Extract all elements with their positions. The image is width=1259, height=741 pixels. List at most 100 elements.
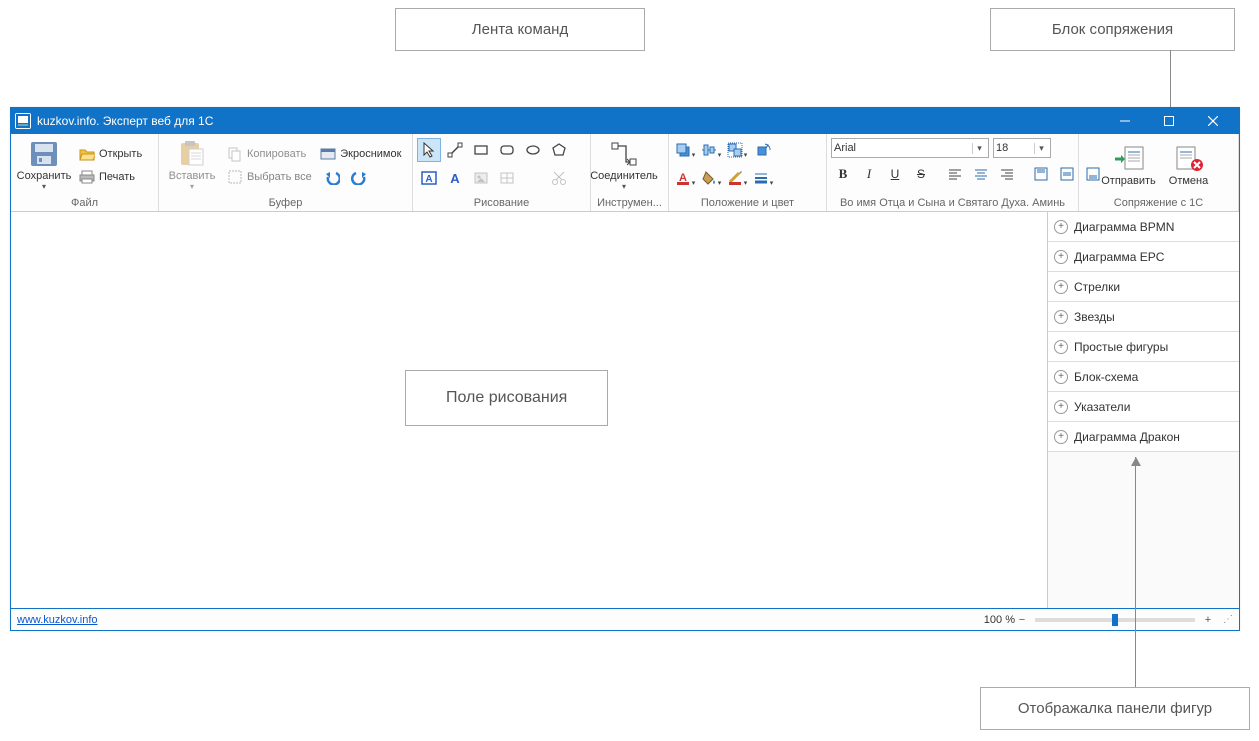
undo-button[interactable] [322, 166, 342, 188]
minimize-button[interactable] [1103, 108, 1147, 134]
callout-shapes-arrow [1131, 457, 1141, 466]
valign-middle-button[interactable] [1055, 162, 1079, 186]
send-button[interactable]: Отправить [1100, 138, 1158, 194]
align-center-button[interactable] [969, 162, 993, 186]
screenshot-label: Экроснимок [340, 148, 401, 160]
callout-drawing-field-text: Поле рисования [446, 389, 567, 406]
paste-button[interactable]: Вставить ▾ [163, 138, 221, 194]
text-tool[interactable]: A [443, 166, 467, 190]
drawing-canvas[interactable]: Поле рисования [11, 212, 1047, 608]
redo-button[interactable] [348, 166, 368, 188]
resize-grip-icon[interactable]: ⋰ [1223, 614, 1233, 625]
callout-integration: Блок сопряжения [990, 8, 1235, 51]
callout-shapes-line [1135, 457, 1136, 687]
line-style-button[interactable]: ▾ [751, 166, 775, 190]
group-tools-label: Инструмен... [595, 195, 664, 211]
expand-icon: + [1054, 310, 1068, 324]
polygon-tool[interactable] [547, 138, 571, 162]
shape-category[interactable]: +Простые фигуры [1048, 332, 1239, 362]
connector-button[interactable]: Соединитель ▾ [595, 138, 653, 194]
fill-color-button[interactable]: ▾ [699, 166, 723, 190]
screenshot-button[interactable]: Экроснимок [316, 143, 405, 165]
align-right-button[interactable] [995, 162, 1019, 186]
maximize-button[interactable] [1147, 108, 1191, 134]
redo-icon [350, 169, 366, 185]
align-left-button[interactable] [943, 162, 967, 186]
shape-category[interactable]: + Диаграмма Дракон [1048, 422, 1239, 452]
pointer-tool[interactable] [417, 138, 441, 162]
open-button[interactable]: Открыть [75, 143, 146, 165]
rotate-button[interactable] [751, 138, 775, 162]
rect-tool[interactable] [469, 138, 493, 162]
status-link[interactable]: www.kuzkov.info [17, 614, 98, 626]
valign-top-button[interactable] [1029, 162, 1053, 186]
shape-category-label: Звезды [1074, 310, 1115, 324]
print-label: Печать [99, 171, 135, 183]
font-size-combo[interactable]: 18 ▾ [993, 138, 1051, 158]
textbox-tool[interactable]: A [417, 166, 441, 190]
paste-icon [176, 140, 208, 168]
svg-text:A: A [450, 171, 460, 186]
app-window: kuzkov.info. Эксперт веб для 1С Сохрани [10, 107, 1240, 631]
shape-category[interactable]: +Диаграмма BPMN [1048, 212, 1239, 242]
zoom-out-button[interactable]: − [1015, 614, 1029, 626]
callout-integration-text: Блок сопряжения [1052, 21, 1173, 38]
print-button[interactable]: Печать [75, 166, 146, 188]
ribbon-group-tools: Соединитель ▾ Инструмен... [591, 134, 669, 211]
shape-category[interactable]: +Указатели [1048, 392, 1239, 422]
paste-label: Вставить [169, 170, 216, 182]
table-tool[interactable] [495, 166, 519, 190]
italic-button[interactable]: I [857, 162, 881, 186]
cut-tool[interactable] [547, 166, 571, 190]
zoom-in-button[interactable]: + [1201, 614, 1215, 626]
group-button[interactable]: ▾ [725, 138, 749, 162]
bold-button[interactable]: B [831, 162, 855, 186]
image-tool[interactable] [469, 166, 493, 190]
expand-icon: + [1054, 250, 1068, 264]
close-button[interactable] [1191, 108, 1235, 134]
chevron-down-icon: ▾ [1034, 143, 1048, 154]
save-icon [28, 140, 60, 168]
align-button[interactable]: ▾ [699, 138, 723, 162]
undo-icon [324, 169, 340, 185]
copy-button[interactable]: Копировать [223, 143, 310, 165]
shape-category-label: Диаграмма EPC [1074, 250, 1164, 264]
zoom-slider-thumb[interactable] [1112, 614, 1118, 626]
font-name-combo[interactable]: Arial ▾ [831, 138, 989, 158]
bring-front-button[interactable]: ▾ [673, 138, 697, 162]
shape-category[interactable]: +Блок-схема [1048, 362, 1239, 392]
zoom-slider[interactable] [1035, 618, 1195, 622]
select-all-button[interactable]: Выбрать все [223, 166, 316, 188]
callout-shapes: Отображалка панели фигур [980, 687, 1250, 730]
ribbon-group-position-color: ▾ ▾ ▾ A▾ ▾ ▾ ▾ Положение и цвет [669, 134, 827, 211]
line-color-button[interactable]: ▾ [725, 166, 749, 190]
shape-category[interactable]: +Стрелки [1048, 272, 1239, 302]
line-tool[interactable] [443, 138, 467, 162]
ribbon-group-font: Arial ▾ 18 ▾ B I U S [827, 134, 1079, 211]
expand-icon: + [1054, 340, 1068, 354]
shape-category-label: Диаграмма Дракон [1074, 430, 1180, 444]
copy-icon [227, 146, 243, 162]
group-font-label: Во имя Отца и Сына и Святаго Духа. Аминь [831, 195, 1074, 211]
app-icon [15, 113, 31, 129]
shape-category[interactable]: + Звезды [1048, 302, 1239, 332]
expand-icon: + [1054, 370, 1068, 384]
ribbon-group-file: Сохранить ▾ Открыть Печать [11, 134, 159, 211]
cancel-button[interactable]: Отмена [1160, 138, 1218, 194]
ribbon: Сохранить ▾ Открыть Печать [11, 134, 1239, 212]
ellipse-tool[interactable] [521, 138, 545, 162]
shape-category[interactable]: + Диаграмма EPC [1048, 242, 1239, 272]
roundrect-tool[interactable] [495, 138, 519, 162]
font-color-button[interactable]: A▾ [673, 166, 697, 190]
shapes-panel: +Диаграмма BPMN+Диаграмма EPC+Стрелки+Зв… [1047, 212, 1239, 608]
strike-button[interactable]: S [909, 162, 933, 186]
select-all-label: Выбрать все [247, 171, 312, 183]
save-button[interactable]: Сохранить ▾ [15, 138, 73, 194]
underline-button[interactable]: U [883, 162, 907, 186]
expand-icon: + [1054, 430, 1068, 444]
expand-icon: + [1054, 280, 1068, 294]
status-bar: www.kuzkov.info 100 % − + ⋰ [11, 608, 1239, 630]
window-title: kuzkov.info. Эксперт веб для 1С [37, 114, 1103, 128]
send-label: Отправить [1101, 175, 1156, 187]
cancel-icon [1173, 145, 1205, 173]
